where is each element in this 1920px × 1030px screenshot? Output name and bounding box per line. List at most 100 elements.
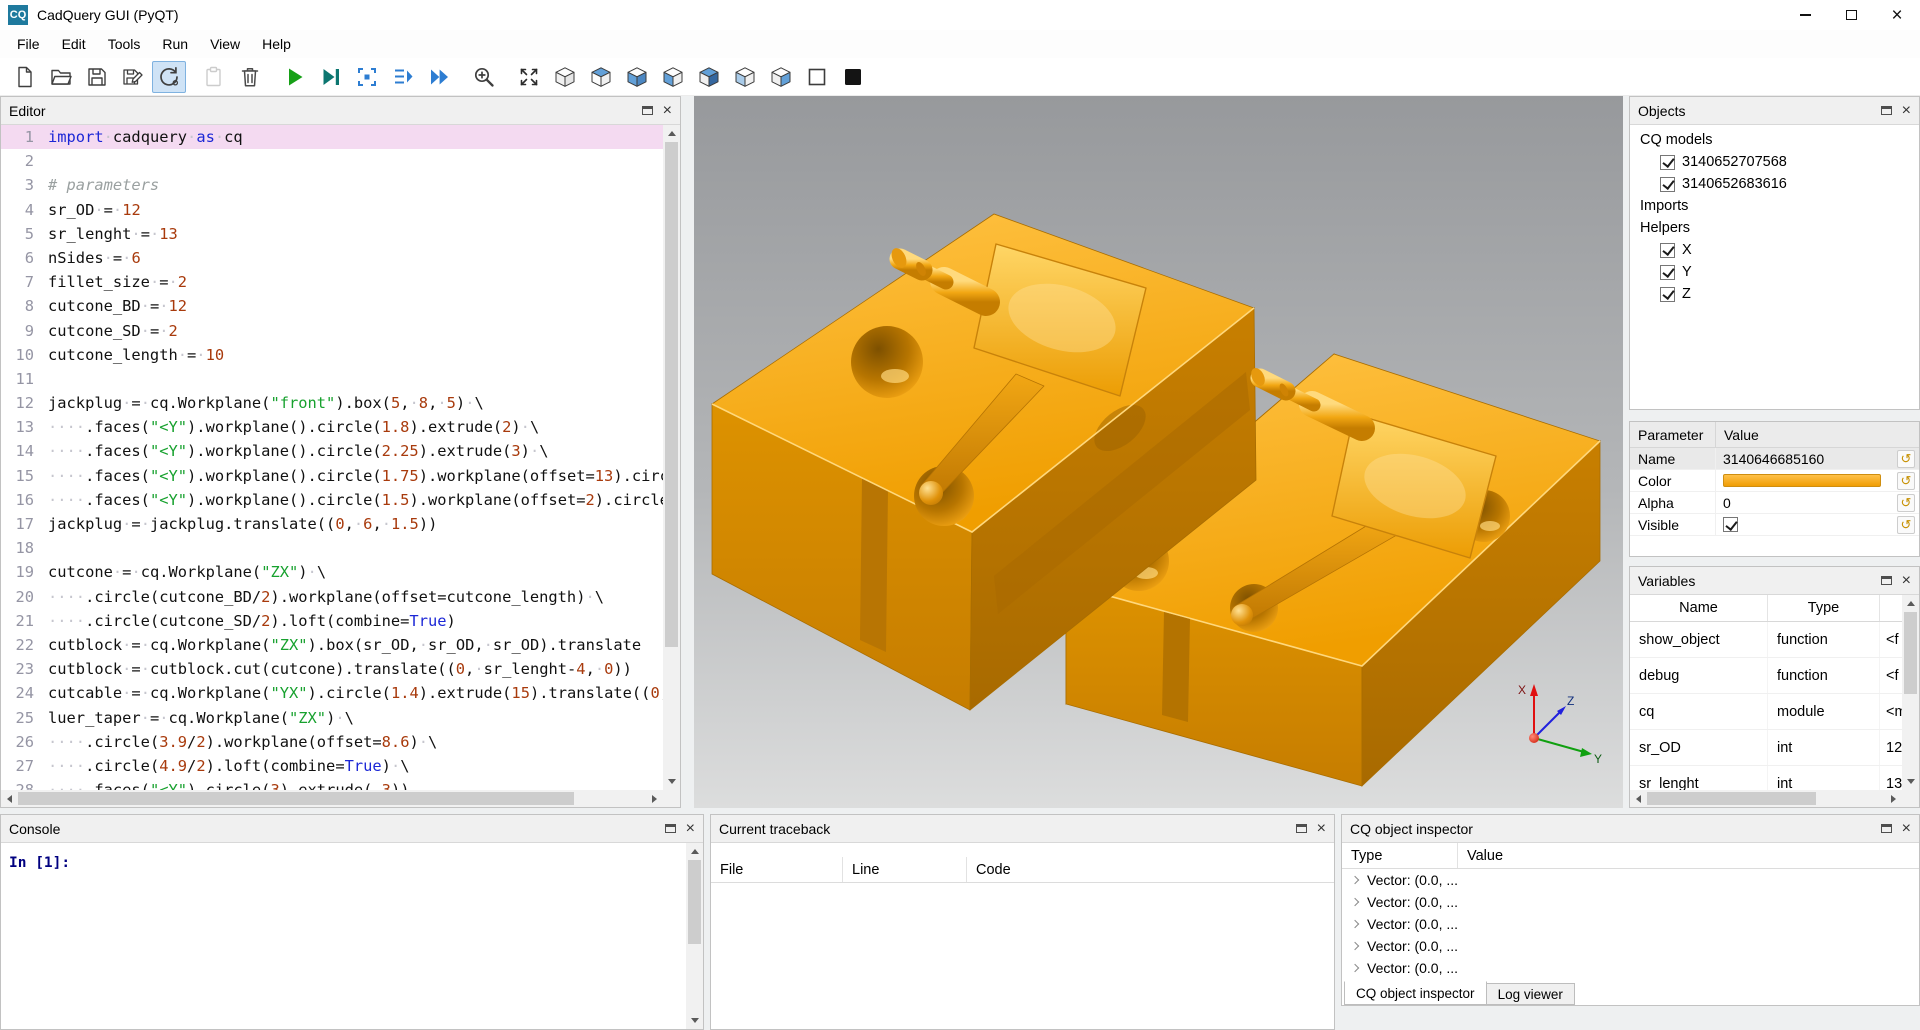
editor-line[interactable]: 22cutblock·=·cq.Workplane("ZX").box(sr_O… bbox=[1, 633, 663, 657]
editor-line[interactable]: 27····.circle(4.9/2).loft(combine=True)·… bbox=[1, 754, 663, 778]
scroll-right-arrow[interactable] bbox=[1885, 790, 1902, 807]
tree-item[interactable]: 3140652707568 bbox=[1630, 151, 1919, 173]
scrollbar-thumb[interactable] bbox=[665, 142, 678, 647]
new-file-button[interactable] bbox=[8, 61, 42, 93]
shaded-button[interactable] bbox=[836, 61, 870, 93]
variable-row[interactable]: sr_lenghtint13 bbox=[1630, 766, 1902, 790]
inspector-row[interactable]: Vector: (0.0, ... bbox=[1342, 957, 1919, 979]
editor-line[interactable]: 26····.circle(3.9/2).workplane(offset=8.… bbox=[1, 730, 663, 754]
variable-row[interactable]: show_objectfunction<f bbox=[1630, 622, 1902, 658]
reset-button[interactable]: ↺ bbox=[1897, 450, 1915, 468]
menu-edit[interactable]: Edit bbox=[51, 33, 97, 55]
editor-line[interactable]: 5sr_lenght·=·13 bbox=[1, 222, 663, 246]
editor-line[interactable]: 4sr_OD·=·12 bbox=[1, 198, 663, 222]
editor-line[interactable]: 24cutcable·=·cq.Workplane("YX").circle(1… bbox=[1, 681, 663, 705]
scroll-left-arrow[interactable] bbox=[1, 790, 18, 807]
console-input-area[interactable]: In [1]: bbox=[1, 843, 686, 1029]
editor-line[interactable]: 20····.circle(cutcone_BD/2).workplane(of… bbox=[1, 585, 663, 609]
inspector-row[interactable]: Vector: (0.0, ... bbox=[1342, 913, 1919, 935]
debug-button[interactable] bbox=[314, 61, 348, 93]
close-panel-button[interactable]: × bbox=[1902, 103, 1911, 119]
type-column-header[interactable]: Type bbox=[1342, 843, 1458, 868]
editor-line[interactable]: 28····.faces("<Y").circle(3).extrude(-3)… bbox=[1, 778, 663, 790]
variable-row[interactable]: cqmodule<m bbox=[1630, 694, 1902, 730]
view-top-button[interactable] bbox=[584, 61, 618, 93]
editor-line[interactable]: 10cutcone_length·=·10 bbox=[1, 343, 663, 367]
property-row[interactable]: Name3140646685160↺ bbox=[1630, 448, 1919, 470]
view-bottom-button[interactable] bbox=[620, 61, 654, 93]
menu-help[interactable]: Help bbox=[251, 33, 302, 55]
wireframe-button[interactable] bbox=[800, 61, 834, 93]
menu-run[interactable]: Run bbox=[151, 33, 199, 55]
scrollbar-thumb[interactable] bbox=[688, 860, 701, 944]
checkbox[interactable] bbox=[1660, 243, 1675, 258]
tab-log-viewer[interactable]: Log viewer bbox=[1486, 983, 1575, 1005]
scrollbar-thumb[interactable] bbox=[18, 792, 574, 805]
zoom-fit-button[interactable] bbox=[467, 61, 501, 93]
tree-item[interactable]: X bbox=[1630, 239, 1919, 261]
tree-root-cq-models[interactable]: CQ models bbox=[1630, 129, 1919, 151]
scroll-down-arrow[interactable] bbox=[1902, 773, 1919, 790]
menu-view[interactable]: View bbox=[199, 33, 251, 55]
view-front-button[interactable] bbox=[656, 61, 690, 93]
continue-button[interactable] bbox=[422, 61, 456, 93]
property-row[interactable]: Color↺ bbox=[1630, 470, 1919, 492]
close-panel-button[interactable]: × bbox=[1902, 821, 1911, 837]
editor-vertical-scrollbar[interactable] bbox=[663, 125, 680, 790]
checkbox[interactable] bbox=[1660, 265, 1675, 280]
line-column-header[interactable]: Line bbox=[843, 857, 967, 882]
close-panel-button[interactable]: × bbox=[663, 103, 672, 119]
inspector-row[interactable]: Vector: (0.0, ... bbox=[1342, 891, 1919, 913]
editor-line[interactable]: 1import·cadquery·as·cq bbox=[1, 125, 663, 149]
variable-row[interactable]: debugfunction<f bbox=[1630, 658, 1902, 694]
file-column-header[interactable]: File bbox=[711, 857, 843, 882]
tree-item[interactable]: Z bbox=[1630, 283, 1919, 305]
scrollbar-thumb[interactable] bbox=[1904, 612, 1917, 694]
scroll-down-arrow[interactable] bbox=[663, 773, 680, 790]
chevron-right-icon[interactable] bbox=[1351, 898, 1359, 906]
maximize-button[interactable] bbox=[1828, 0, 1874, 30]
float-panel-button[interactable] bbox=[665, 824, 676, 833]
view-right-button[interactable] bbox=[764, 61, 798, 93]
code-editor[interactable]: 1import·cadquery·as·cq23# parameters4sr_… bbox=[1, 125, 663, 790]
view-left-button[interactable] bbox=[728, 61, 762, 93]
step-in-button[interactable] bbox=[350, 61, 384, 93]
editor-line[interactable]: 6nSides·=·6 bbox=[1, 246, 663, 270]
tree-item[interactable]: Y bbox=[1630, 261, 1919, 283]
float-panel-button[interactable] bbox=[1296, 824, 1307, 833]
minimize-button[interactable] bbox=[1782, 0, 1828, 30]
editor-line[interactable]: 2 bbox=[1, 149, 663, 173]
close-panel-button[interactable]: × bbox=[1902, 573, 1911, 589]
close-panel-button[interactable]: × bbox=[686, 821, 695, 837]
scroll-up-arrow[interactable] bbox=[663, 125, 680, 142]
code-column-header[interactable]: Code bbox=[967, 857, 1334, 882]
chevron-right-icon[interactable] bbox=[1351, 920, 1359, 928]
render-button[interactable] bbox=[152, 61, 186, 93]
scroll-up-arrow[interactable] bbox=[686, 843, 703, 860]
editor-line[interactable]: 12jackplug·=·cq.Workplane("front").box(5… bbox=[1, 391, 663, 415]
editor-line[interactable]: 15····.faces("<Y").workplane().circle(1.… bbox=[1, 464, 663, 488]
editor-line[interactable]: 17jackplug·=·jackplug.translate((0,·6,·1… bbox=[1, 512, 663, 536]
variables-horizontal-scrollbar[interactable] bbox=[1630, 790, 1902, 807]
editor-line[interactable]: 16····.faces("<Y").workplane().circle(1.… bbox=[1, 488, 663, 512]
delete-button[interactable] bbox=[233, 61, 267, 93]
tree-root-helpers[interactable]: Helpers bbox=[1630, 217, 1919, 239]
chevron-right-icon[interactable] bbox=[1351, 942, 1359, 950]
float-panel-button[interactable] bbox=[1881, 824, 1892, 833]
value-column-header[interactable]: Value bbox=[1458, 843, 1919, 868]
editor-line[interactable]: 3# parameters bbox=[1, 173, 663, 197]
tree-root-imports[interactable]: Imports bbox=[1630, 195, 1919, 217]
checkbox[interactable] bbox=[1660, 177, 1675, 192]
checkbox[interactable] bbox=[1660, 287, 1675, 302]
scroll-down-arrow[interactable] bbox=[686, 1012, 703, 1029]
float-panel-button[interactable] bbox=[1881, 106, 1892, 115]
scroll-right-arrow[interactable] bbox=[646, 790, 663, 807]
reset-button[interactable]: ↺ bbox=[1897, 494, 1915, 512]
editor-line[interactable]: 7fillet_size·=·2 bbox=[1, 270, 663, 294]
editor-line[interactable]: 13····.faces("<Y").workplane().circle(1.… bbox=[1, 415, 663, 439]
console-vertical-scrollbar[interactable] bbox=[686, 843, 703, 1029]
close-button[interactable]: × bbox=[1874, 0, 1920, 30]
tab-cq-object-inspector[interactable]: CQ object inspector bbox=[1344, 981, 1487, 1005]
run-button[interactable] bbox=[278, 61, 312, 93]
menu-tools[interactable]: Tools bbox=[97, 33, 152, 55]
